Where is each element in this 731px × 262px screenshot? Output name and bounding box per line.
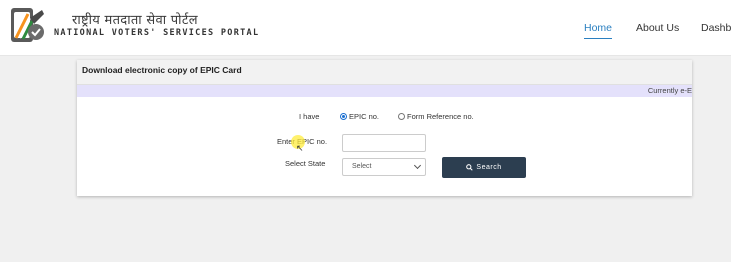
- announcement-marquee: Currently e-E: [77, 85, 692, 97]
- radio-unchecked-icon[interactable]: [398, 113, 405, 120]
- epic-download-card: Download electronic copy of EPIC Card Cu…: [77, 60, 692, 196]
- brand-title-english: NATIONAL VOTERS' SERVICES PORTAL: [54, 28, 260, 38]
- radio-checked-icon[interactable]: [340, 113, 347, 120]
- nav-dashboard[interactable]: Dashbo: [701, 22, 731, 34]
- search-button[interactable]: Search: [442, 157, 526, 178]
- search-icon: [466, 164, 474, 171]
- epic-no-input[interactable]: [342, 134, 426, 152]
- radio-form-label: Form Reference no.: [407, 112, 474, 121]
- mouse-pointer-icon: ↖: [296, 143, 304, 153]
- marquee-text: Currently e-E: [647, 86, 692, 95]
- radio-epic-label: EPIC no.: [349, 112, 380, 121]
- search-button-label: Search: [476, 164, 502, 171]
- select-state-label: Select State: [285, 159, 326, 168]
- radio-epic-no[interactable]: EPIC no.: [340, 112, 379, 121]
- card-header: Download electronic copy of EPIC Card: [77, 60, 692, 85]
- radio-form-reference[interactable]: Form Reference no.: [398, 112, 474, 121]
- state-selected-value: Select: [352, 163, 372, 170]
- chevron-down-icon: [413, 161, 422, 170]
- brand-title-hindi: राष्ट्रीय मतदाता सेवा पोर्टल: [72, 13, 198, 28]
- state-select[interactable]: Select: [342, 158, 426, 176]
- eci-logo: [11, 8, 44, 42]
- i-have-label: I have: [299, 112, 320, 121]
- nav-about-us[interactable]: About Us: [636, 22, 679, 34]
- card-title: Download electronic copy of EPIC Card: [82, 65, 242, 75]
- top-header: राष्ट्रीय मतदाता सेवा पोर्टल NATIONAL VO…: [0, 0, 731, 56]
- nav-home[interactable]: Home: [584, 22, 613, 39]
